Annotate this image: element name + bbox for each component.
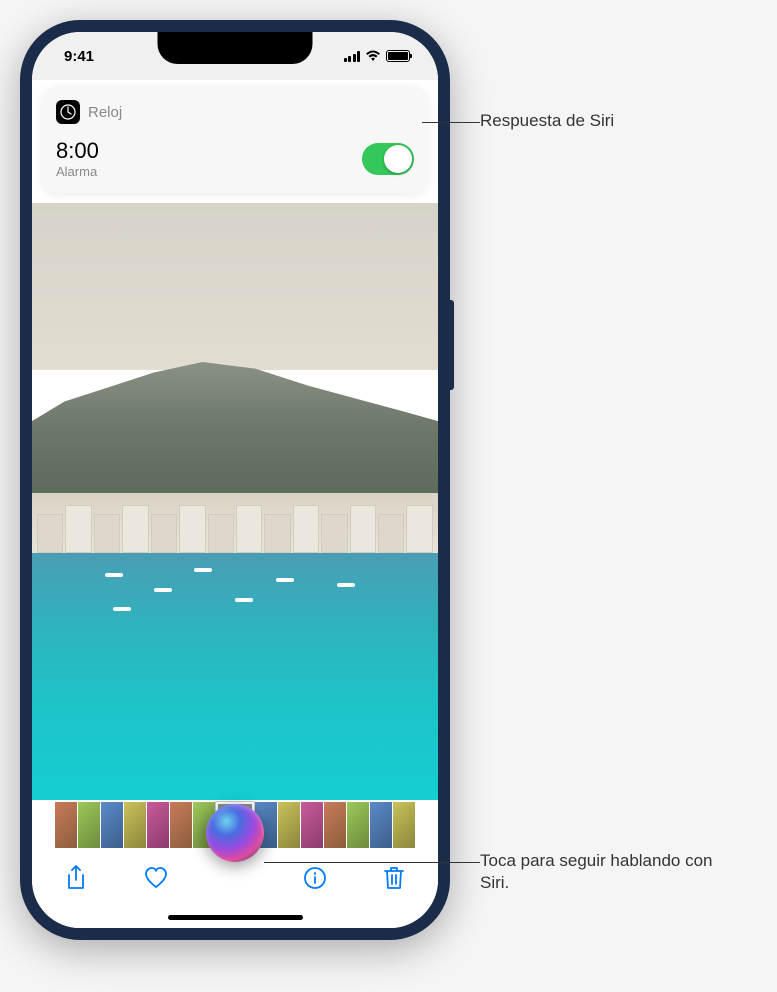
iphone-frame: 9:41 (20, 20, 450, 940)
wifi-icon (365, 50, 381, 62)
screen: 9:41 (32, 32, 438, 928)
info-button[interactable] (299, 862, 331, 894)
thumbnail-item[interactable] (124, 802, 146, 848)
thumbnail-item[interactable] (78, 802, 100, 848)
share-button[interactable] (60, 862, 92, 894)
thumbnail-item[interactable] (347, 802, 369, 848)
alarm-row: 8:00 Alarma (56, 138, 414, 179)
main-photo[interactable] (32, 203, 438, 800)
thumbnail-item[interactable] (101, 802, 123, 848)
clock-app-icon (56, 100, 80, 124)
app-name-label: Reloj (88, 104, 122, 121)
notch (158, 32, 313, 64)
alarm-time: 8:00 (56, 138, 99, 164)
siri-orb-button[interactable] (206, 804, 264, 862)
thumbnail-item[interactable] (370, 802, 392, 848)
side-button (450, 300, 454, 390)
favorite-button[interactable] (140, 862, 172, 894)
thumbnail-item[interactable] (147, 802, 169, 848)
battery-icon (386, 50, 410, 62)
home-indicator[interactable] (168, 915, 303, 920)
alarm-label: Alarma (56, 164, 99, 179)
callout-siri-tap: Toca para seguir hablando con Siri. (480, 850, 740, 894)
siri-card-header: Reloj (56, 100, 414, 124)
thumbnail-item[interactable] (393, 802, 415, 848)
callout-line (422, 122, 480, 123)
cellular-signal-icon (344, 51, 361, 62)
thumbnail-item[interactable] (170, 802, 192, 848)
delete-button[interactable] (378, 862, 410, 894)
thumbnail-item[interactable] (55, 802, 77, 848)
thumbnail-item[interactable] (324, 802, 346, 848)
callout-siri-response: Respuesta de Siri (480, 110, 680, 132)
status-time: 9:41 (64, 48, 94, 65)
thumbnail-item[interactable] (278, 802, 300, 848)
callout-line (264, 862, 480, 863)
siri-response-card[interactable]: Reloj 8:00 Alarma (42, 86, 428, 193)
home-indicator-area (32, 906, 438, 928)
alarm-toggle[interactable] (362, 143, 414, 175)
status-icons (344, 50, 411, 62)
thumbnail-item[interactable] (301, 802, 323, 848)
